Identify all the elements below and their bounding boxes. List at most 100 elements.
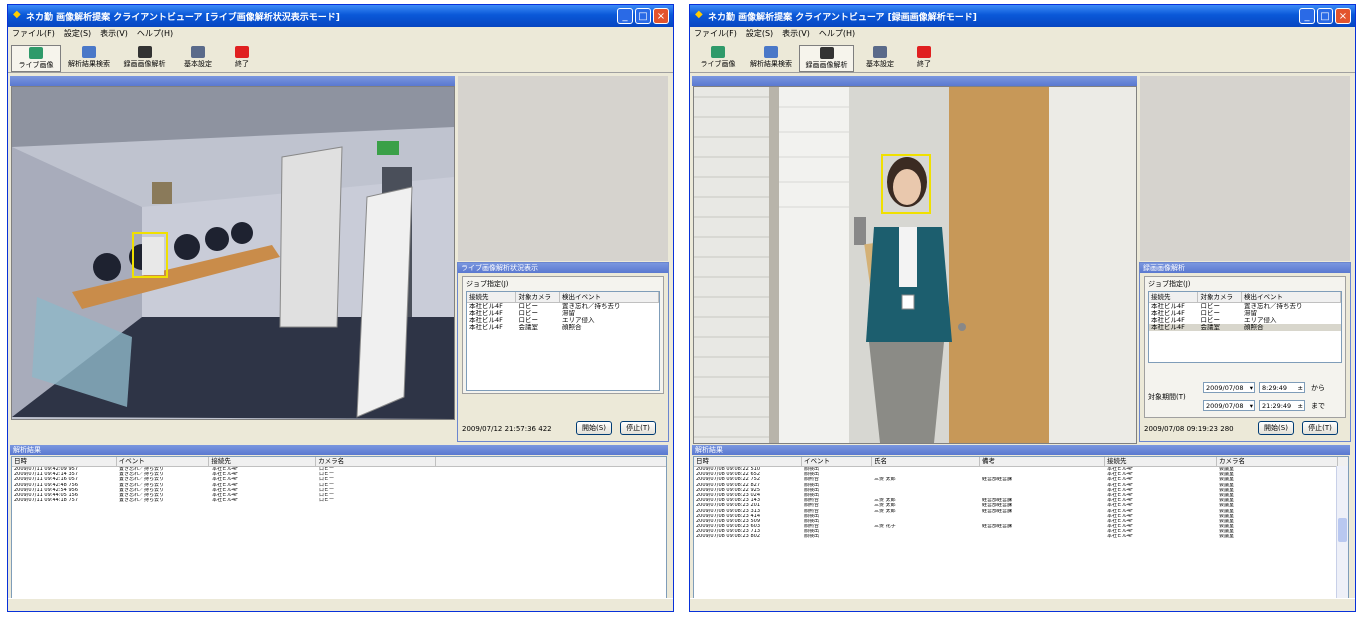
result-cell: 本社ビル4F: [1107, 534, 1134, 540]
video-pane-header: [10, 76, 455, 86]
close-button[interactable]: ×: [653, 8, 669, 24]
lobby-camera-image: [12, 87, 454, 419]
to-suffix: まで: [1311, 402, 1325, 410]
recorded-camera-view: [693, 86, 1137, 444]
start-button[interactable]: 開始(S): [576, 421, 612, 435]
exit-icon: [235, 46, 249, 58]
tool-recorded-analysis[interactable]: 録画画像解析: [799, 45, 854, 72]
menu-view[interactable]: 表示(V): [96, 27, 133, 39]
tool-basic-settings[interactable]: 基本設定: [860, 45, 900, 72]
job-list[interactable]: 接続先 対象カメラ 検出イベント 本社ビル4F ロビー 置き忘れ／持ち去り 本社ビル…: [1148, 291, 1342, 363]
results-scrollbar[interactable]: [1336, 466, 1348, 598]
job-label: ジョブ指定(J): [466, 280, 509, 288]
tool-search-results[interactable]: 解析結果検索: [62, 45, 116, 72]
results-header: 日時 イベント 氏名 備考 接続先 カメラ名: [694, 457, 1348, 467]
stop-button[interactable]: 停止(T): [1302, 421, 1338, 435]
stop-button[interactable]: 停止(T): [620, 421, 656, 435]
meeting-room-camera-image: [694, 87, 1136, 443]
scroll-thumb[interactable]: [1338, 518, 1347, 542]
panel-title: ライブ画像解析状況表示: [458, 263, 668, 273]
job-row[interactable]: 本社ビル4F ロビー エリア侵入: [467, 317, 659, 324]
start-button[interactable]: 開始(S): [1258, 421, 1294, 435]
side-blank-area: [1140, 76, 1350, 261]
result-cell: 2009/07/08 09:08:23 802: [696, 534, 760, 540]
job-row[interactable]: 本社ビル4F 会議室 顔照合: [467, 324, 659, 331]
title-bar: ◆ ネカ勤 画像解析提案 クライアントビューア [録画画像解析モード] _ □ …: [690, 5, 1355, 27]
result-row[interactable]: 2009/07/11 09:44:18 757 置き忘れ／持ち去り 本社ビル4F ロビ…: [12, 498, 666, 503]
result-row[interactable]: 2009/07/08 09:08:23 802 顔検出 本社ビル4F 会議室: [694, 534, 1348, 539]
job-group: ジョブ指定(J) 接続先 対象カメラ 検出イベント 本社ビル4F ロビー 置き忘れ／…: [462, 276, 664, 394]
analysis-timestamp: 2009/07/12 21:57:36 422: [462, 425, 552, 433]
panel-title: 録画画像解析: [1140, 263, 1350, 273]
tool-exit[interactable]: 終了: [904, 45, 944, 72]
period-label: 対象期間(T): [1148, 393, 1186, 401]
film-icon: [819, 47, 834, 59]
job-label: ジョブ指定(J): [1148, 280, 1191, 288]
spinner-icon: ±: [1297, 402, 1303, 410]
tool-live-view[interactable]: ライブ画像: [11, 45, 61, 72]
job-row[interactable]: 本社ビル4F ロビー 滞留: [1149, 310, 1341, 317]
camera-icon: [29, 47, 43, 59]
side-blank-area: [458, 76, 668, 261]
job-row[interactable]: 本社ビル4F ロビー 置き忘れ／持ち去り: [467, 303, 659, 310]
search-icon: [764, 46, 778, 58]
live-camera-view: [11, 86, 455, 420]
to-time-spinner[interactable]: 21:29:49 ±: [1259, 400, 1305, 411]
results-list[interactable]: 日時 イベント 接続先 カメラ名 2009/07/11 09:42:09 957…: [11, 456, 667, 599]
window-title: ネカ勤 画像解析提案 クライアントビューア [録画画像解析モード]: [708, 13, 977, 23]
job-list-header: 接続先 対象カメラ 検出イベント: [1149, 292, 1341, 303]
menu-bar: ファイル(F) 設定(S) 表示(V) ヘルプ(H): [690, 27, 1355, 41]
result-rows: 2009/07/08 09:08:22 510 顔検出 本社ビル4F 会議室 2009/…: [694, 467, 1348, 540]
result-cell: 顔検出: [804, 534, 820, 540]
search-icon: [82, 46, 96, 58]
result-cell: [980, 534, 1105, 539]
tool-live-view[interactable]: ライブ画像: [693, 45, 743, 72]
recorded-analysis-window: ◆ ネカ勤 画像解析提案 クライアントビューア [録画画像解析モード] _ □ …: [689, 4, 1356, 612]
analysis-status-panel: ライブ画像解析状況表示 ジョブ指定(J) 接続先 対象カメラ 検出イベント 本社…: [457, 262, 669, 442]
job-row[interactable]: 本社ビル4F ロビー 置き忘れ／持ち去り: [1149, 303, 1341, 310]
menu-help[interactable]: ヘルプ(H): [815, 27, 860, 39]
app-icon: ◆: [695, 9, 703, 20]
dropdown-arrow-icon: ▾: [1249, 402, 1253, 410]
settings-icon: [191, 46, 205, 58]
menu-help[interactable]: ヘルプ(H): [133, 27, 178, 39]
job-row[interactable]: 本社ビル4F ロビー エリア侵入: [1149, 317, 1341, 324]
result-cell: [872, 534, 980, 539]
tool-exit[interactable]: 終了: [222, 45, 262, 72]
results-header: 日時 イベント 接続先 カメラ名: [12, 457, 666, 467]
maximize-button[interactable]: □: [1317, 8, 1333, 24]
live-analysis-window: ◆ ネカ勤 画像解析提案 クライアントビューア [ライブ画像解析状況表示モード]…: [7, 4, 674, 612]
camera-icon: [711, 46, 725, 58]
window-title: ネカ勤 画像解析提案 クライアントビューア [ライブ画像解析状況表示モード]: [26, 13, 340, 23]
app-icon: ◆: [13, 9, 21, 20]
job-row-selected[interactable]: 本社ビル4F 会議室 顔照合: [1149, 324, 1341, 331]
from-date-picker[interactable]: 2009/07/08 ▾: [1203, 382, 1255, 393]
toolbar: ライブ画像 解析結果検索 録画画像解析 基本設定 終了: [690, 42, 1355, 73]
result-cell: 会議室: [1219, 534, 1235, 540]
to-date-picker[interactable]: 2009/07/08 ▾: [1203, 400, 1255, 411]
menu-file[interactable]: ファイル(F): [690, 27, 742, 39]
tool-search-results[interactable]: 解析結果検索: [744, 45, 798, 72]
job-list-header: 接続先 対象カメラ 検出イベント: [467, 292, 659, 303]
results-title: 解析結果: [692, 445, 1350, 455]
job-row[interactable]: 本社ビル4F ロビー 滞留: [467, 310, 659, 317]
job-group: ジョブ指定(J) 接続先 対象カメラ 検出イベント 本社ビル4F ロビー 置き忘れ／…: [1144, 276, 1346, 418]
job-list[interactable]: 接続先 対象カメラ 検出イベント 本社ビル4F ロビー 置き忘れ／持ち去り 本社ビル…: [466, 291, 660, 391]
menu-settings[interactable]: 設定(S): [60, 27, 96, 39]
tool-basic-settings[interactable]: 基本設定: [178, 45, 218, 72]
results-list[interactable]: 日時 イベント 氏名 備考 接続先 カメラ名 2009/07/08 09:08:…: [693, 456, 1349, 599]
menu-settings[interactable]: 設定(S): [742, 27, 778, 39]
menu-view[interactable]: 表示(V): [778, 27, 815, 39]
recorded-analysis-panel: 録画画像解析 ジョブ指定(J) 接続先 対象カメラ 検出イベント 本社ビル4F ロ…: [1139, 262, 1351, 442]
menu-file[interactable]: ファイル(F): [8, 27, 60, 39]
results-title: 解析結果: [10, 445, 668, 455]
tool-recorded-analysis[interactable]: 録画画像解析: [117, 45, 172, 72]
minimize-button[interactable]: _: [617, 8, 633, 24]
minimize-button[interactable]: _: [1299, 8, 1315, 24]
from-time-spinner[interactable]: 8:29:49 ±: [1259, 382, 1305, 393]
settings-icon: [873, 46, 887, 58]
dropdown-arrow-icon: ▾: [1249, 384, 1253, 392]
spinner-icon: ±: [1297, 384, 1303, 392]
maximize-button[interactable]: □: [635, 8, 651, 24]
close-button[interactable]: ×: [1335, 8, 1351, 24]
